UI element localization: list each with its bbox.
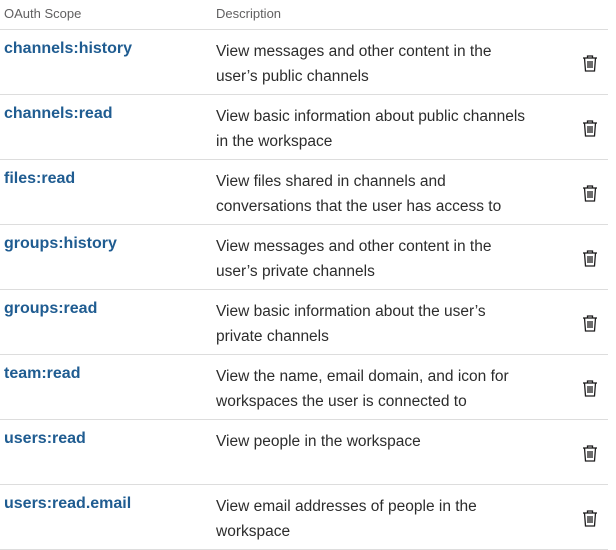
scope-description: View files shared in channels and conver… <box>216 173 502 215</box>
table-row: files:read View files shared in channels… <box>0 160 608 225</box>
scope-link[interactable]: channels:read <box>4 105 112 123</box>
table-row: groups:history View messages and other c… <box>0 225 608 290</box>
scope-link[interactable]: groups:history <box>4 235 117 253</box>
oauth-scopes-table: OAuth Scope Description channels:history… <box>0 0 608 550</box>
table-row: channels:history View messages and other… <box>0 30 608 95</box>
table-row: users:read View people in the workspace <box>0 420 608 485</box>
scope-description: View email addresses of people in the wo… <box>216 498 477 540</box>
trash-icon[interactable] <box>579 247 601 269</box>
scope-description: View the name, email domain, and icon fo… <box>216 368 509 410</box>
trash-icon[interactable] <box>579 182 601 204</box>
scope-link[interactable]: groups:read <box>4 300 97 318</box>
scope-description: View messages and other content in the u… <box>216 43 492 85</box>
table-row: groups:read View basic information about… <box>0 290 608 355</box>
column-header-scope: OAuth Scope <box>4 6 82 21</box>
trash-icon[interactable] <box>579 312 601 334</box>
scope-description: View basic information about public chan… <box>216 108 526 150</box>
scope-link[interactable]: users:read.email <box>4 495 131 513</box>
scope-description: View messages and other content in the u… <box>216 238 492 280</box>
scope-description: View people in the workspace <box>216 433 421 450</box>
scope-link[interactable]: channels:history <box>4 40 132 58</box>
table-row: channels:read View basic information abo… <box>0 95 608 160</box>
scope-link[interactable]: team:read <box>4 365 80 383</box>
scope-link[interactable]: files:read <box>4 170 75 188</box>
trash-icon[interactable] <box>579 52 601 74</box>
scope-description: View basic information about the user’s … <box>216 303 486 345</box>
trash-icon[interactable] <box>579 507 601 529</box>
table-row: users:read.email View email addresses of… <box>0 485 608 550</box>
trash-icon[interactable] <box>579 442 601 464</box>
scope-link[interactable]: users:read <box>4 430 86 448</box>
trash-icon[interactable] <box>579 117 601 139</box>
column-header-description: Description <box>216 6 282 21</box>
table-row: team:read View the name, email domain, a… <box>0 355 608 420</box>
trash-icon[interactable] <box>579 377 601 399</box>
table-header: OAuth Scope Description <box>0 0 608 30</box>
